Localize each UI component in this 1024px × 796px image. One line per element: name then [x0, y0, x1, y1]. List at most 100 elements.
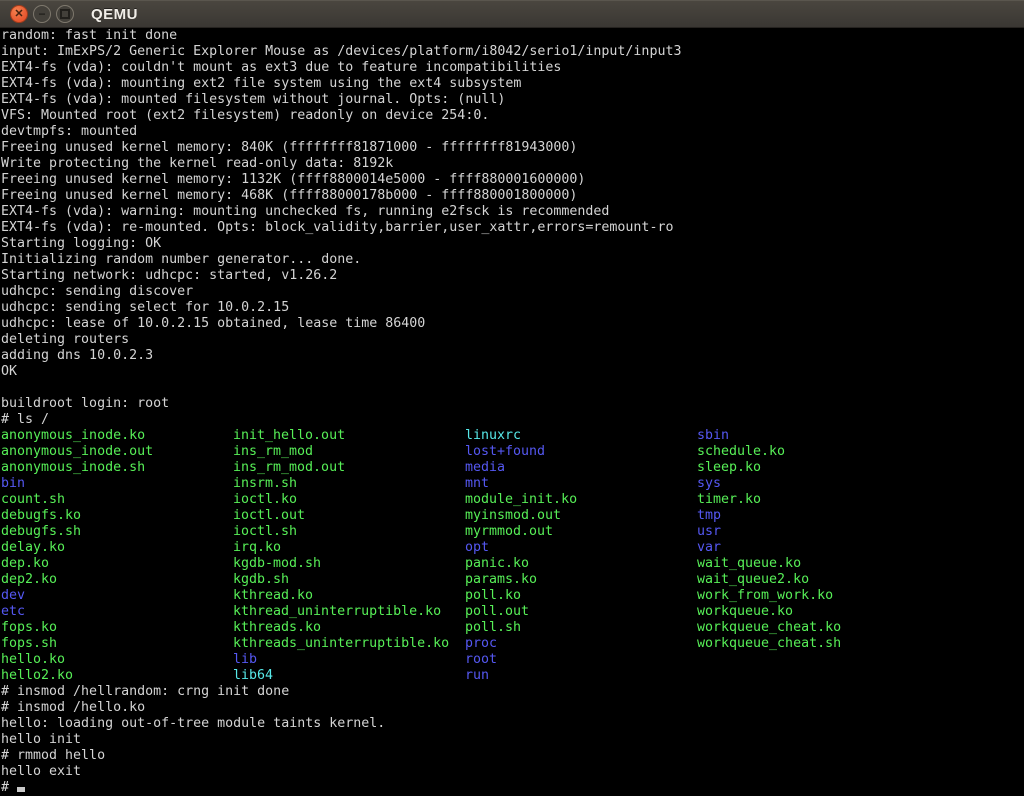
console-line: Write protecting the kernel read-only da…	[1, 156, 1024, 172]
ls-entry: kthreads_uninterruptible.ko	[233, 636, 465, 652]
ls-entry: sleep.ko	[697, 460, 929, 476]
ls-entry: var	[697, 540, 929, 556]
ls-entry: schedule.ko	[697, 444, 929, 460]
window-title: QEMU	[91, 6, 138, 23]
ls-entry: hello2.ko	[1, 668, 233, 684]
console-line: EXT4-fs (vda): re-mounted. Opts: block_v…	[1, 220, 1024, 236]
ls-entry: anonymous_inode.ko	[1, 428, 233, 444]
console-line: OK	[1, 364, 1024, 380]
ls-row: dep.kokgdb-mod.shpanic.kowait_queue.ko	[1, 556, 1024, 572]
shell-prompt-line: #	[1, 780, 1024, 796]
console-line: hello: loading out-of-tree module taints…	[1, 716, 1024, 732]
ls-entry: kgdb.sh	[233, 572, 465, 588]
ls-entry: panic.ko	[465, 556, 697, 572]
ls-row: dep2.kokgdb.shparams.kowait_queue2.ko	[1, 572, 1024, 588]
ls-entry: myinsmod.out	[465, 508, 697, 524]
ls-row: bininsrm.shmntsys	[1, 476, 1024, 492]
ls-entry: anonymous_inode.sh	[1, 460, 233, 476]
ls-entry: module_init.ko	[465, 492, 697, 508]
ls-entry: root	[465, 652, 697, 668]
console-line: EXT4-fs (vda): couldn't mount as ext3 du…	[1, 60, 1024, 76]
console-line: Freeing unused kernel memory: 1132K (fff…	[1, 172, 1024, 188]
console-line: # insmod /hello.ko	[1, 700, 1024, 716]
ls-entry: proc	[465, 636, 697, 652]
ls-entry: lib	[233, 652, 465, 668]
ls-entry: workqueue_cheat.sh	[697, 636, 929, 652]
ls-entry: myrmmod.out	[465, 524, 697, 540]
maximize-icon	[60, 9, 70, 19]
ls-entry: poll.sh	[465, 620, 697, 636]
ls-entry: kgdb-mod.sh	[233, 556, 465, 572]
ls-entry: ioctl.sh	[233, 524, 465, 540]
console-line: adding dns 10.0.2.3	[1, 348, 1024, 364]
ls-entry: delay.ko	[1, 540, 233, 556]
login-line: buildroot login: root	[1, 396, 1024, 412]
ls-entry: dep2.ko	[1, 572, 233, 588]
console-line: Initializing random number generator... …	[1, 252, 1024, 268]
ls-entry: hello.ko	[1, 652, 233, 668]
console-line: devtmpfs: mounted	[1, 124, 1024, 140]
console-line: input: ImExPS/2 Generic Explorer Mouse a…	[1, 44, 1024, 60]
ls-entry: kthreads.ko	[233, 620, 465, 636]
ls-entry: fops.ko	[1, 620, 233, 636]
ls-entry: kthread_uninterruptible.ko	[233, 604, 465, 620]
ls-entry: workqueue_cheat.ko	[697, 620, 929, 636]
ls-row: debugfs.koioctl.outmyinsmod.outtmp	[1, 508, 1024, 524]
ls-row: anonymous_inode.koinit_hello.outlinuxrcs…	[1, 428, 1024, 444]
minimize-icon: −	[38, 8, 45, 20]
close-icon: ✕	[14, 9, 23, 20]
ls-entry: sys	[697, 476, 929, 492]
terminal-console[interactable]: random: fast init doneinput: ImExPS/2 Ge…	[0, 28, 1024, 796]
ls-entry: init_hello.out	[233, 428, 465, 444]
ls-entry: work_from_work.ko	[697, 588, 929, 604]
console-line: hello init	[1, 732, 1024, 748]
console-line: udhcpc: sending select for 10.0.2.15	[1, 300, 1024, 316]
ls-entry: etc	[1, 604, 233, 620]
ls-entry: dev	[1, 588, 233, 604]
ls-row: fops.shkthreads_uninterruptible.koprocwo…	[1, 636, 1024, 652]
ls-entry: ins_rm_mod.out	[233, 460, 465, 476]
ls-entry: dep.ko	[1, 556, 233, 572]
maximize-button[interactable]	[56, 5, 74, 23]
ls-entry: debugfs.ko	[1, 508, 233, 524]
ls-entry: insrm.sh	[233, 476, 465, 492]
console-line: deleting routers	[1, 332, 1024, 348]
console-line: Starting network: udhcpc: started, v1.26…	[1, 268, 1024, 284]
console-line: hello exit	[1, 764, 1024, 780]
ls-entry: run	[465, 668, 697, 684]
ls-entry: poll.out	[465, 604, 697, 620]
minimize-button[interactable]: −	[33, 5, 51, 23]
text-cursor	[17, 787, 25, 792]
titlebar[interactable]: ✕ − QEMU	[0, 0, 1024, 28]
ls-entry: kthread.ko	[233, 588, 465, 604]
shell-prompt: #	[1, 780, 17, 795]
ls-entry: wait_queue.ko	[697, 556, 929, 572]
ls-command-line: # ls /	[1, 412, 1024, 428]
ls-entry: fops.sh	[1, 636, 233, 652]
ls-row: devkthread.kopoll.kowork_from_work.ko	[1, 588, 1024, 604]
blank-line	[1, 380, 1024, 396]
console-line: udhcpc: sending discover	[1, 284, 1024, 300]
ls-entry: wait_queue2.ko	[697, 572, 929, 588]
ls-row: anonymous_inode.outins_rm_modlost+founds…	[1, 444, 1024, 460]
ls-entry: lost+found	[465, 444, 697, 460]
ls-entry: mnt	[465, 476, 697, 492]
ls-entry: opt	[465, 540, 697, 556]
console-line: Starting logging: OK	[1, 236, 1024, 252]
close-button[interactable]: ✕	[10, 5, 28, 23]
ls-entry: workqueue.ko	[697, 604, 929, 620]
console-line: random: fast init done	[1, 28, 1024, 44]
console-line: # rmmod hello	[1, 748, 1024, 764]
ls-row: delay.koirq.kooptvar	[1, 540, 1024, 556]
ls-entry: tmp	[697, 508, 929, 524]
ls-row: etckthread_uninterruptible.kopoll.outwor…	[1, 604, 1024, 620]
ls-row: count.shioctl.komodule_init.kotimer.ko	[1, 492, 1024, 508]
ls-entry: poll.ko	[465, 588, 697, 604]
ls-entry: media	[465, 460, 697, 476]
console-line: EXT4-fs (vda): warning: mounting uncheck…	[1, 204, 1024, 220]
ls-entry: irq.ko	[233, 540, 465, 556]
console-line: # insmod /hellrandom: crng init done	[1, 684, 1024, 700]
ls-entry: params.ko	[465, 572, 697, 588]
console-line: Freeing unused kernel memory: 840K (ffff…	[1, 140, 1024, 156]
ls-entry: linuxrc	[465, 428, 697, 444]
